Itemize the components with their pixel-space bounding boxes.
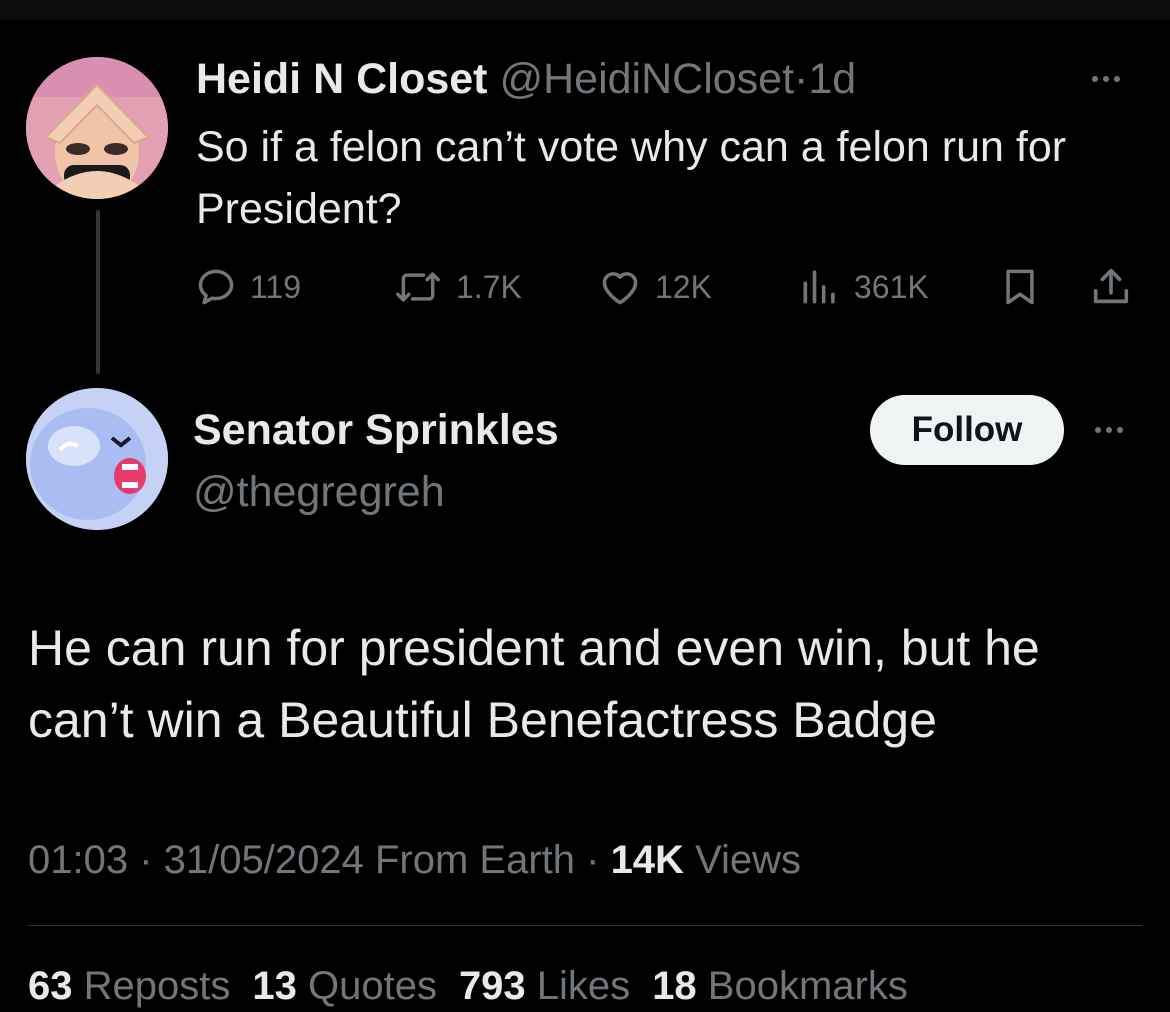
- quotes-stat-label: Quotes: [296, 964, 437, 1008]
- parent-display-name[interactable]: Heidi N Closet: [196, 55, 488, 103]
- reply-time[interactable]: 01:03: [28, 838, 128, 882]
- parent-handle[interactable]: @HeidiNCloset: [499, 55, 794, 103]
- more-horizontal-icon[interactable]: [1095, 427, 1123, 433]
- quotes-stat[interactable]: 13 Quotes: [252, 964, 437, 1008]
- reposts-stat[interactable]: 63 Reposts: [28, 964, 230, 1008]
- repost-count: 1.7K: [456, 268, 522, 305]
- reply-source: From Earth: [363, 838, 576, 882]
- reply-tweet-text: He can run for president and even win, b…: [28, 620, 1040, 748]
- reply-views-label: Views: [683, 838, 802, 882]
- bookmarks-stat[interactable]: 18 Bookmarks: [652, 964, 908, 1008]
- status-bar-strip: [0, 0, 1170, 20]
- avatar-sprinkles[interactable]: [26, 388, 168, 530]
- like-button[interactable]: 12K: [597, 262, 712, 312]
- meta-separator: ·: [575, 838, 611, 882]
- share-icon: [1093, 268, 1129, 304]
- avatar-sprinkles-image: [26, 388, 168, 530]
- likes-stat-label: Likes: [525, 964, 631, 1008]
- bookmark-icon: [1006, 269, 1034, 305]
- parent-tweet-header: Heidi N Closet @HeidiNCloset·1d: [196, 52, 856, 106]
- reply-display-name[interactable]: Senator Sprinkles: [193, 402, 559, 458]
- views-count: 361K: [854, 268, 929, 305]
- parent-tweet-text: So if a felon can’t vote why can a felon…: [196, 123, 1067, 233]
- repost-icon: [396, 272, 440, 302]
- reposts-stat-count: 63: [28, 964, 73, 1008]
- bookmarks-stat-count: 18: [652, 964, 697, 1008]
- reply-count: 119: [250, 268, 302, 305]
- reply-handle[interactable]: @thegregreh: [193, 464, 445, 520]
- reply-views-count: 14K: [610, 838, 684, 882]
- like-count: 12K: [655, 268, 712, 305]
- meta-separator: ·: [128, 838, 164, 882]
- avatar-heidi-image: [26, 57, 168, 199]
- parent-separator: ·: [794, 55, 809, 103]
- follow-button[interactable]: Follow: [870, 395, 1064, 465]
- likes-stat-count: 793: [458, 964, 526, 1008]
- divider: [28, 925, 1142, 926]
- views-button[interactable]: 361K: [798, 262, 929, 312]
- reply-date[interactable]: 31/05/2024: [164, 838, 364, 882]
- share-button[interactable]: [1088, 262, 1134, 312]
- likes-stat[interactable]: 793 Likes: [459, 964, 630, 1008]
- more-horizontal-icon[interactable]: [1092, 76, 1120, 82]
- reply-meta: 01:03 · 31/05/2024 From Earth · 14K View…: [28, 834, 801, 886]
- parent-action-bar: 119 1.7K 12K 361K: [0, 262, 1170, 312]
- reply-button[interactable]: 119: [194, 262, 301, 312]
- reply-stats: 63 Reposts 13 Quotes 793 Likes 18 Bookmarks: [28, 960, 930, 1012]
- reply-icon: [198, 269, 234, 305]
- bookmark-button[interactable]: [998, 262, 1042, 312]
- repost-button[interactable]: 1.7K: [392, 262, 522, 312]
- quotes-stat-count: 13: [252, 964, 297, 1008]
- parent-time[interactable]: 1d: [808, 55, 856, 103]
- heart-icon: [602, 272, 638, 305]
- bookmarks-stat-label: Bookmarks: [696, 964, 908, 1008]
- reposts-stat-label: Reposts: [72, 964, 231, 1008]
- avatar-heidi[interactable]: [26, 57, 168, 199]
- views-chart-icon: [803, 270, 835, 304]
